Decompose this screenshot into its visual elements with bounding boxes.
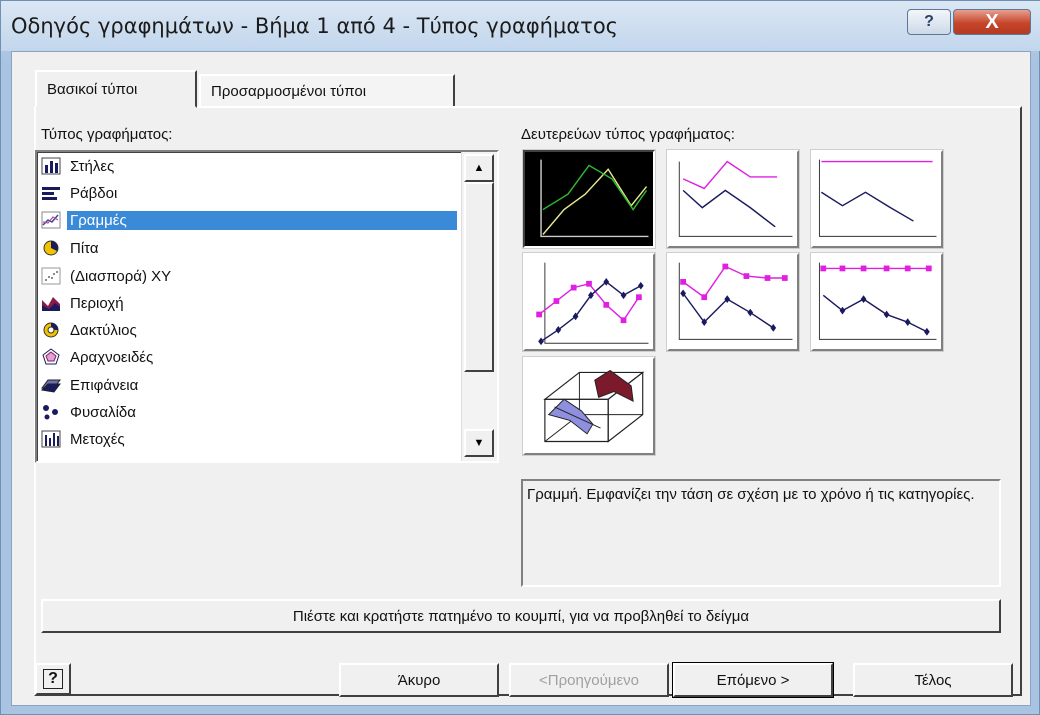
list-item-doughnut[interactable]: Δακτύλιος [41,318,461,342]
stock-chart-icon [41,430,61,448]
list-item-lines[interactable]: Γραμμές [41,208,461,232]
list-scrollbar[interactable]: ▲ ▼ [461,152,497,461]
list-item-label: Επιφάνεια [70,376,139,394]
title-bar[interactable]: Οδηγός γραφημάτων - Βήμα 1 από 4 - Τύπος… [1,1,1040,51]
list-item-label: Αραχνοειδές [70,348,154,366]
subtype-100-stacked-line[interactable] [810,149,944,249]
help-question-button[interactable]: ? [35,663,71,695]
list-item-area[interactable]: Περιοχή [41,291,461,315]
100-stacked-line-subtype-preview [818,159,937,237]
preview-sample-button[interactable]: Πιέστε και κρατήστε πατημένο το κουμπί, … [41,599,1001,633]
100-stacked-line-with-markers-subtype-preview [818,262,937,340]
list-item-radar[interactable]: Αραχνοειδές [41,345,461,369]
scroll-down-button[interactable]: ▼ [464,429,494,457]
stacked-line-with-markers-subtype-preview [678,262,793,340]
subtype-100-stacked-line-with-markers[interactable] [810,252,944,352]
subtype-3d-line[interactable] [522,356,656,456]
line-chart-icon [41,211,61,229]
area-chart-icon [41,294,61,312]
chart-type-list[interactable]: Στήλες Ράβδοι Γραμμές Πίτα (Διασπορά) XY [35,150,499,463]
column-chart-icon [41,157,61,175]
line-subtype-preview [540,159,649,238]
subtype-line[interactable] [522,149,656,249]
list-item-label: Μετοχές [70,430,125,448]
finish-button[interactable]: Τέλος [853,663,1013,697]
list-item-label: Στήλες [70,157,115,175]
scroll-up-button[interactable]: ▲ [464,154,494,182]
chart-wizard-dialog: Οδηγός γραφημάτων - Βήμα 1 από 4 - Τύπος… [0,0,1040,715]
list-item-scatter[interactable]: (Διασπορά) XY [41,264,461,288]
list-item-label: Πίτα [70,239,99,257]
scatter-chart-icon [41,267,61,285]
list-item-label: Φυσαλίδα [70,403,136,421]
list-item-bubble[interactable]: Φυσαλίδα [41,400,461,424]
list-item-label: Γραμμές [67,210,457,230]
chart-type-label: Τύπος γραφήματος: [41,126,173,143]
list-item-bars[interactable]: Ράβδοι [41,181,461,205]
pie-chart-icon [41,239,61,257]
question-icon: ? [43,669,63,689]
tab-custom-types[interactable]: Προσαρμοσμένοι τύποι [199,74,455,108]
help-button[interactable]: ? [907,9,951,35]
cancel-button[interactable]: Άκυρο [339,663,499,697]
subtype-label: Δευτερεύων τύπος γραφήματος: [521,126,735,143]
scroll-thumb[interactable] [464,182,494,372]
list-item-label: Ράβδοι [70,184,118,202]
close-button[interactable]: X [953,9,1031,35]
list-item-surface[interactable]: Επιφάνεια [40,373,461,397]
list-item-label: (Διασπορά) XY [70,267,172,285]
doughnut-chart-icon [41,321,61,339]
bar-chart-icon [41,184,61,202]
tab-basic-types[interactable]: Βασικοί τύποι [35,70,197,108]
next-button[interactable]: Επόμενο > [672,662,834,698]
list-item-label: Περιοχή [70,294,124,312]
radar-chart-icon [41,348,61,366]
list-item-pie[interactable]: Πίτα [41,236,461,260]
subtype-stacked-line[interactable] [666,149,800,249]
surface-chart-icon [40,376,61,394]
subtype-stacked-line-with-markers[interactable] [666,252,800,352]
window-title: Οδηγός γραφημάτων - Βήμα 1 από 4 - Τύπος… [11,14,619,38]
stacked-line-subtype-preview [678,160,793,237]
subtype-line-with-markers[interactable] [522,252,656,352]
list-item-columns[interactable]: Στήλες [41,154,461,178]
line-with-markers-subtype-preview [536,262,649,346]
list-item-label: Δακτύλιος [70,321,137,339]
list-item-stock[interactable]: Μετοχές [41,427,461,451]
3d-line-subtype-preview [543,369,645,443]
back-button[interactable]: <Προηγούμενο [509,663,669,697]
subtype-description: Γραμμή. Εμφανίζει την τάση σε σχέση με τ… [521,479,1001,587]
bubble-chart-icon [41,403,61,421]
